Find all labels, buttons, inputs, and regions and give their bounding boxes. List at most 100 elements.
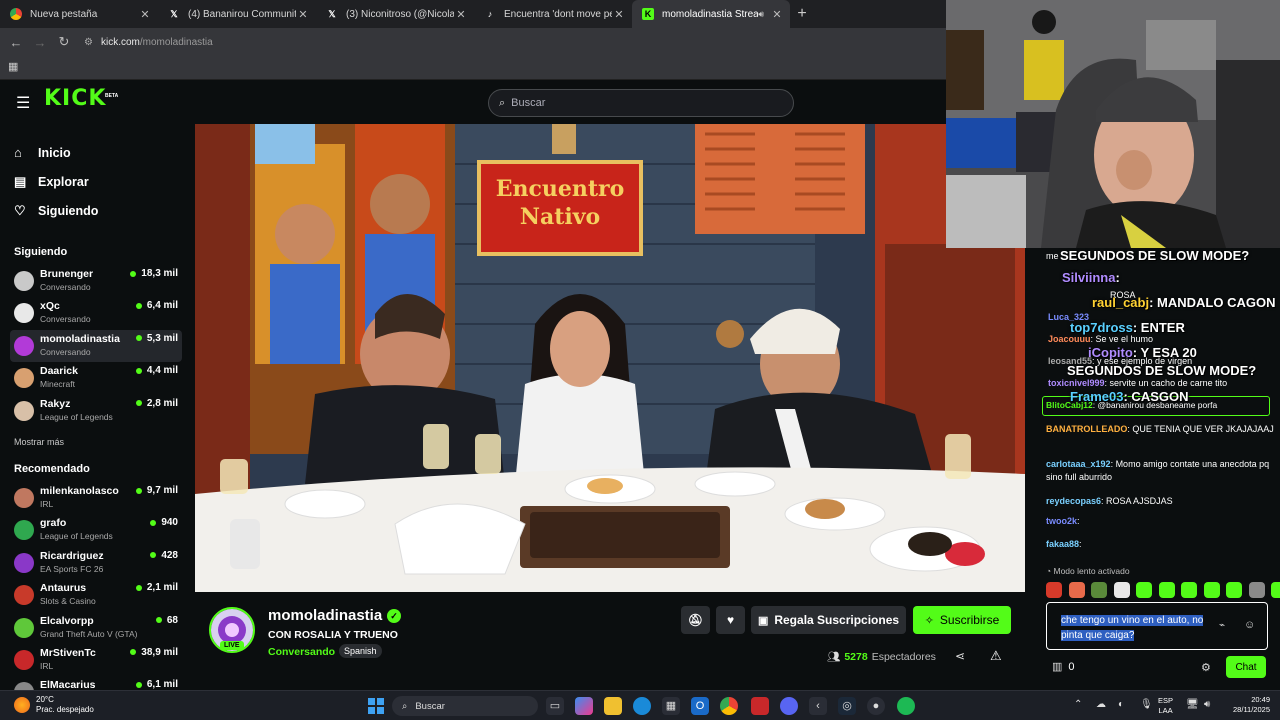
stream-category[interactable]: Conversando: [268, 646, 335, 658]
close-icon[interactable]: ✕: [612, 8, 626, 21]
tray-icon[interactable]: ◐: [1118, 699, 1124, 710]
channel-item[interactable]: ElMacarius 6,1 mil: [10, 676, 182, 690]
share-icon[interactable]: ⋖: [955, 649, 965, 663]
chat-username[interactable]: fakaa88: [1046, 539, 1079, 549]
nav-item-browse[interactable]: ▤ Explorar: [14, 167, 98, 196]
new-tab-icon[interactable]: +: [790, 5, 814, 23]
chat-input[interactable]: che tengo un vino en el auto, no pinta q…: [1046, 602, 1268, 650]
browser-tab[interactable]: Nueva pestaña ✕: [0, 0, 158, 28]
chat-message: fakaa88:: [1046, 538, 1274, 551]
file-explorer-icon[interactable]: [604, 697, 622, 715]
chat-username[interactable]: carlotaaa_x192: [1046, 459, 1111, 469]
emote-icon[interactable]: [1136, 582, 1152, 598]
channel-points[interactable]: ▥ 0: [1052, 660, 1075, 674]
close-icon[interactable]: ✕: [454, 8, 468, 21]
copilot-icon[interactable]: [575, 697, 593, 715]
obs-icon[interactable]: ●: [867, 697, 885, 715]
chat-username[interactable]: twoo2k: [1046, 516, 1077, 526]
apps-grid-icon[interactable]: ▦: [8, 60, 18, 73]
search-input[interactable]: ⌕ Buscar: [488, 89, 794, 117]
site-info-icon[interactable]: ⚙︎: [84, 37, 93, 48]
channel-item[interactable]: Rakyz League of Legends 2,8 mil: [10, 395, 182, 427]
windows-start-icon[interactable]: [368, 698, 384, 714]
close-icon[interactable]: ✕: [138, 8, 152, 21]
browser-tab-active[interactable]: K momoladinastia Stream - V 🔊︎ ✕: [632, 0, 790, 28]
browser-tab[interactable]: ♪ Encuentra 'dont move pelicula' ✕: [474, 0, 632, 28]
close-icon[interactable]: ✕: [296, 8, 310, 21]
channel-name[interactable]: momoladinastia: [268, 607, 382, 624]
chrome-icon[interactable]: [720, 697, 738, 715]
emote-icon[interactable]: [1091, 582, 1107, 598]
emote-icon[interactable]: [1203, 582, 1220, 598]
chat-username[interactable]: toxicnivel999: [1048, 378, 1105, 388]
speaker-icon[interactable]: 🔊︎: [758, 9, 764, 20]
weather-widget[interactable]: 20°C Prac. despejado: [14, 695, 94, 715]
channel-item[interactable]: Brunenger Conversando 18,3 mil: [10, 265, 182, 297]
outlook-icon[interactable]: O: [691, 697, 709, 715]
chat-username[interactable]: reydecopas6: [1046, 496, 1101, 506]
language-indicator[interactable]: ESP LAA: [1158, 696, 1173, 716]
channel-item[interactable]: grafo League of Legends 940: [10, 514, 182, 546]
follow-button[interactable]: ♥: [716, 606, 745, 634]
emote-icon[interactable]: [1271, 582, 1280, 598]
chat-username[interactable]: raul_cabj: [1092, 295, 1149, 310]
nav-item-home[interactable]: ⌂ Inicio: [14, 138, 98, 167]
browser-tab[interactable]: 𝕏 (4) Bananirou Community / X ✕: [158, 0, 316, 28]
back-icon[interactable]: ←: [4, 35, 28, 50]
chat-username[interactable]: BlitoCabj12: [1046, 400, 1093, 410]
emote-icon[interactable]: [1113, 582, 1130, 598]
viewer-count: 428: [150, 550, 178, 561]
steam-icon[interactable]: ◎: [838, 697, 856, 715]
video-player[interactable]: Encuentro Nativo: [195, 124, 1025, 592]
tray-chevron-icon[interactable]: ⌃: [1074, 699, 1082, 710]
tray-icon[interactable]: ☁: [1096, 699, 1106, 710]
emoji-icon[interactable]: ☺: [1244, 619, 1255, 631]
commands-icon[interactable]: ⌁: [1219, 620, 1225, 631]
channel-item[interactable]: momoladinastia Conversando 5,3 mil: [10, 329, 182, 363]
channel-item[interactable]: Antaurus Slots & Casino 2,1 mil: [10, 579, 182, 611]
show-more-link[interactable]: Mostrar más: [14, 437, 64, 447]
emote-icon[interactable]: [1158, 582, 1175, 598]
browser-tab[interactable]: 𝕏 (3) Niconitroso (@NicolasTaps) ✕: [316, 0, 474, 28]
spotify-icon[interactable]: [897, 697, 915, 715]
subscribe-button[interactable]: ✧ Suscribirse: [913, 606, 1011, 634]
close-icon[interactable]: ✕: [770, 8, 784, 21]
microphone-icon[interactable]: 🎙︎: [1140, 699, 1153, 710]
chat-send-button[interactable]: Chat: [1226, 656, 1266, 678]
emote-icon[interactable]: [1226, 582, 1242, 598]
taskbar-search[interactable]: ⌕ Buscar: [392, 696, 538, 716]
language-tag[interactable]: Spanish: [339, 644, 382, 658]
network-icon[interactable]: 🖥︎: [1186, 699, 1199, 710]
reload-icon[interactable]: ↻: [52, 34, 76, 50]
report-icon[interactable]: ⚠: [990, 648, 1002, 664]
task-view-icon[interactable]: ▭: [546, 697, 564, 715]
volume-icon[interactable]: 🔊︎: [1204, 699, 1210, 710]
channel-item[interactable]: milenkanolasco IRL 9,7 mil: [10, 482, 182, 514]
chat-username[interactable]: Joacouuu: [1048, 334, 1091, 344]
channel-item[interactable]: xQc Conversando 6,4 mil: [10, 297, 182, 329]
store-app-icon[interactable]: ▦: [662, 697, 680, 715]
emote-icon[interactable]: [1181, 582, 1197, 598]
menu-icon[interactable]: ☰: [16, 93, 30, 113]
kick-logo[interactable]: KICK: [44, 86, 106, 111]
channel-item[interactable]: Ricardriguez EA Sports FC 26 428: [10, 547, 182, 579]
channel-item[interactable]: Daarick Minecraft 4,4 mil: [10, 362, 182, 394]
edge-icon[interactable]: [633, 697, 651, 715]
app-icon[interactable]: ‹: [809, 697, 827, 715]
notifications-button[interactable]: 🔕︎: [681, 606, 710, 634]
chat-username[interactable]: BANATROLLEADO: [1046, 424, 1127, 434]
chat-username[interactable]: Silviinna: [1062, 270, 1115, 285]
gift-subs-button[interactable]: ▣ Regala Suscripciones: [751, 606, 906, 634]
forward-icon[interactable]: →: [28, 35, 52, 50]
discord-icon[interactable]: [780, 697, 798, 715]
clock[interactable]: 20:49 28/11/2025: [1224, 695, 1270, 715]
emote-icon[interactable]: [1046, 582, 1062, 598]
channel-item[interactable]: Elcalvorpp Grand Theft Auto V (GTA) 68: [10, 612, 182, 644]
emote-icon[interactable]: [1068, 582, 1085, 598]
emote-icon[interactable]: [1248, 582, 1265, 598]
settings-icon[interactable]: ⚙: [1201, 661, 1211, 674]
nav-item-following[interactable]: ♡ Siguiendo: [14, 196, 98, 225]
app-icon[interactable]: [751, 697, 769, 715]
url-field[interactable]: ⚙︎ kick.com/momoladinastia: [84, 31, 946, 53]
channel-item[interactable]: MrStivenTc IRL 38,9 mil: [10, 644, 182, 676]
